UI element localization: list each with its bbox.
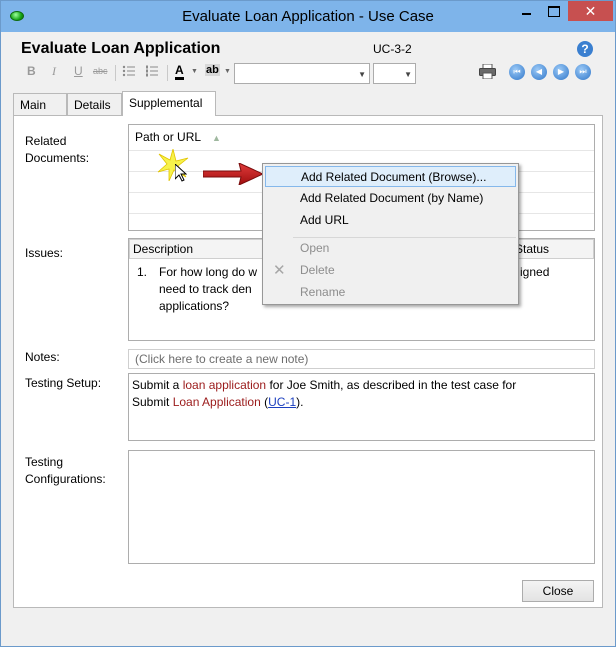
new-note-field[interactable]: (Click here to create a new note) bbox=[128, 349, 595, 369]
print-icon[interactable] bbox=[479, 64, 496, 79]
grid-row-divider bbox=[129, 150, 594, 151]
mouse-cursor-icon bbox=[175, 164, 187, 182]
testing-configurations-label: Testing Configurations: bbox=[25, 455, 106, 486]
highlight-color-button[interactable]: ab bbox=[205, 64, 220, 76]
italic-button[interactable]: I bbox=[52, 64, 56, 79]
menu-item-delete[interactable]: ✕ Delete bbox=[265, 260, 516, 281]
use-case-window: Evaluate Loan Application - Use Case ✕ E… bbox=[0, 0, 616, 647]
form-id: UC-3-2 bbox=[373, 42, 412, 56]
issue-description-line-2[interactable]: need to track den bbox=[159, 281, 252, 298]
tab-supplemental[interactable]: Supplemental bbox=[122, 91, 216, 116]
first-record-button[interactable]: ⏮ bbox=[509, 64, 525, 80]
testing-setup-field[interactable]: Submit a loan application for Joe Smith,… bbox=[128, 373, 595, 441]
testing-configurations-field[interactable] bbox=[128, 450, 595, 564]
uc-1-link[interactable]: UC-1 bbox=[268, 395, 296, 409]
context-menu: Add Related Document (Browse)... Add Rel… bbox=[262, 163, 519, 305]
form-content: Evaluate Loan Application UC-3-2 ? B I U… bbox=[9, 32, 607, 640]
glossary-term-loan-application[interactable]: loan application bbox=[183, 378, 266, 392]
path-or-url-column-header[interactable]: Path or URL ▲ bbox=[129, 125, 594, 147]
toolbar-divider bbox=[115, 65, 116, 81]
related-documents-label: Related Documents: bbox=[25, 134, 90, 165]
strikethrough-button[interactable]: abc bbox=[93, 66, 108, 76]
menu-item-add-url[interactable]: Add URL bbox=[265, 210, 516, 231]
form-title: Evaluate Loan Application bbox=[21, 40, 221, 57]
numbered-list-icon[interactable] bbox=[145, 64, 159, 81]
highlight-dropdown-icon[interactable]: ▼ bbox=[224, 68, 231, 75]
menu-item-add-related-document-browse[interactable]: Add Related Document (Browse)... bbox=[265, 166, 516, 187]
testing-setup-text: Submit a loan application for Joe Smith,… bbox=[132, 378, 517, 409]
sort-ascending-icon: ▲ bbox=[211, 133, 221, 143]
font-size-select[interactable]: ▼ bbox=[373, 63, 416, 84]
help-icon[interactable]: ? bbox=[577, 41, 593, 57]
menu-item-open[interactable]: Open bbox=[265, 238, 516, 259]
issue-description-line-3[interactable]: applications? bbox=[159, 298, 229, 315]
bold-button[interactable]: B bbox=[27, 64, 36, 78]
testing-setup-label: Testing Setup: bbox=[25, 376, 102, 390]
tab-details[interactable]: Details bbox=[67, 93, 122, 115]
toolbar-divider bbox=[167, 65, 168, 81]
bullet-list-icon[interactable] bbox=[122, 64, 136, 81]
last-record-button[interactable]: ⏭ bbox=[575, 64, 591, 80]
close-button[interactable]: Close bbox=[522, 580, 594, 602]
maximize-button[interactable] bbox=[540, 1, 567, 21]
chevron-down-icon: ▼ bbox=[358, 70, 366, 79]
minimize-button[interactable] bbox=[513, 1, 540, 21]
issue-number: 1. bbox=[137, 265, 148, 279]
chevron-down-icon: ▼ bbox=[404, 70, 412, 79]
font-color-dropdown-icon[interactable]: ▼ bbox=[191, 68, 198, 75]
window-close-button[interactable]: ✕ bbox=[568, 1, 613, 21]
underline-button[interactable]: U bbox=[74, 64, 83, 78]
red-arrow-annotation bbox=[203, 163, 263, 185]
menu-item-rename[interactable]: Rename bbox=[265, 282, 516, 303]
next-record-button[interactable]: ▶ bbox=[553, 64, 569, 80]
font-color-button[interactable]: A bbox=[175, 64, 184, 80]
glossary-term-loan-application[interactable]: Loan Application bbox=[173, 395, 261, 409]
menu-item-add-related-document-by-name[interactable]: Add Related Document (by Name) bbox=[265, 188, 516, 209]
previous-record-button[interactable]: ◀ bbox=[531, 64, 547, 80]
delete-icon: ✕ bbox=[273, 262, 286, 279]
font-name-select[interactable]: ▼ bbox=[234, 63, 370, 84]
issue-assignment-text[interactable]: igned bbox=[520, 264, 549, 281]
notes-label: Notes: bbox=[25, 350, 60, 364]
issue-description-line-1[interactable]: For how long do w bbox=[159, 264, 257, 281]
issues-label: Issues: bbox=[25, 246, 64, 260]
tab-main[interactable]: Main bbox=[13, 93, 67, 115]
title-bar[interactable]: Evaluate Loan Application - Use Case ✕ bbox=[1, 1, 615, 32]
